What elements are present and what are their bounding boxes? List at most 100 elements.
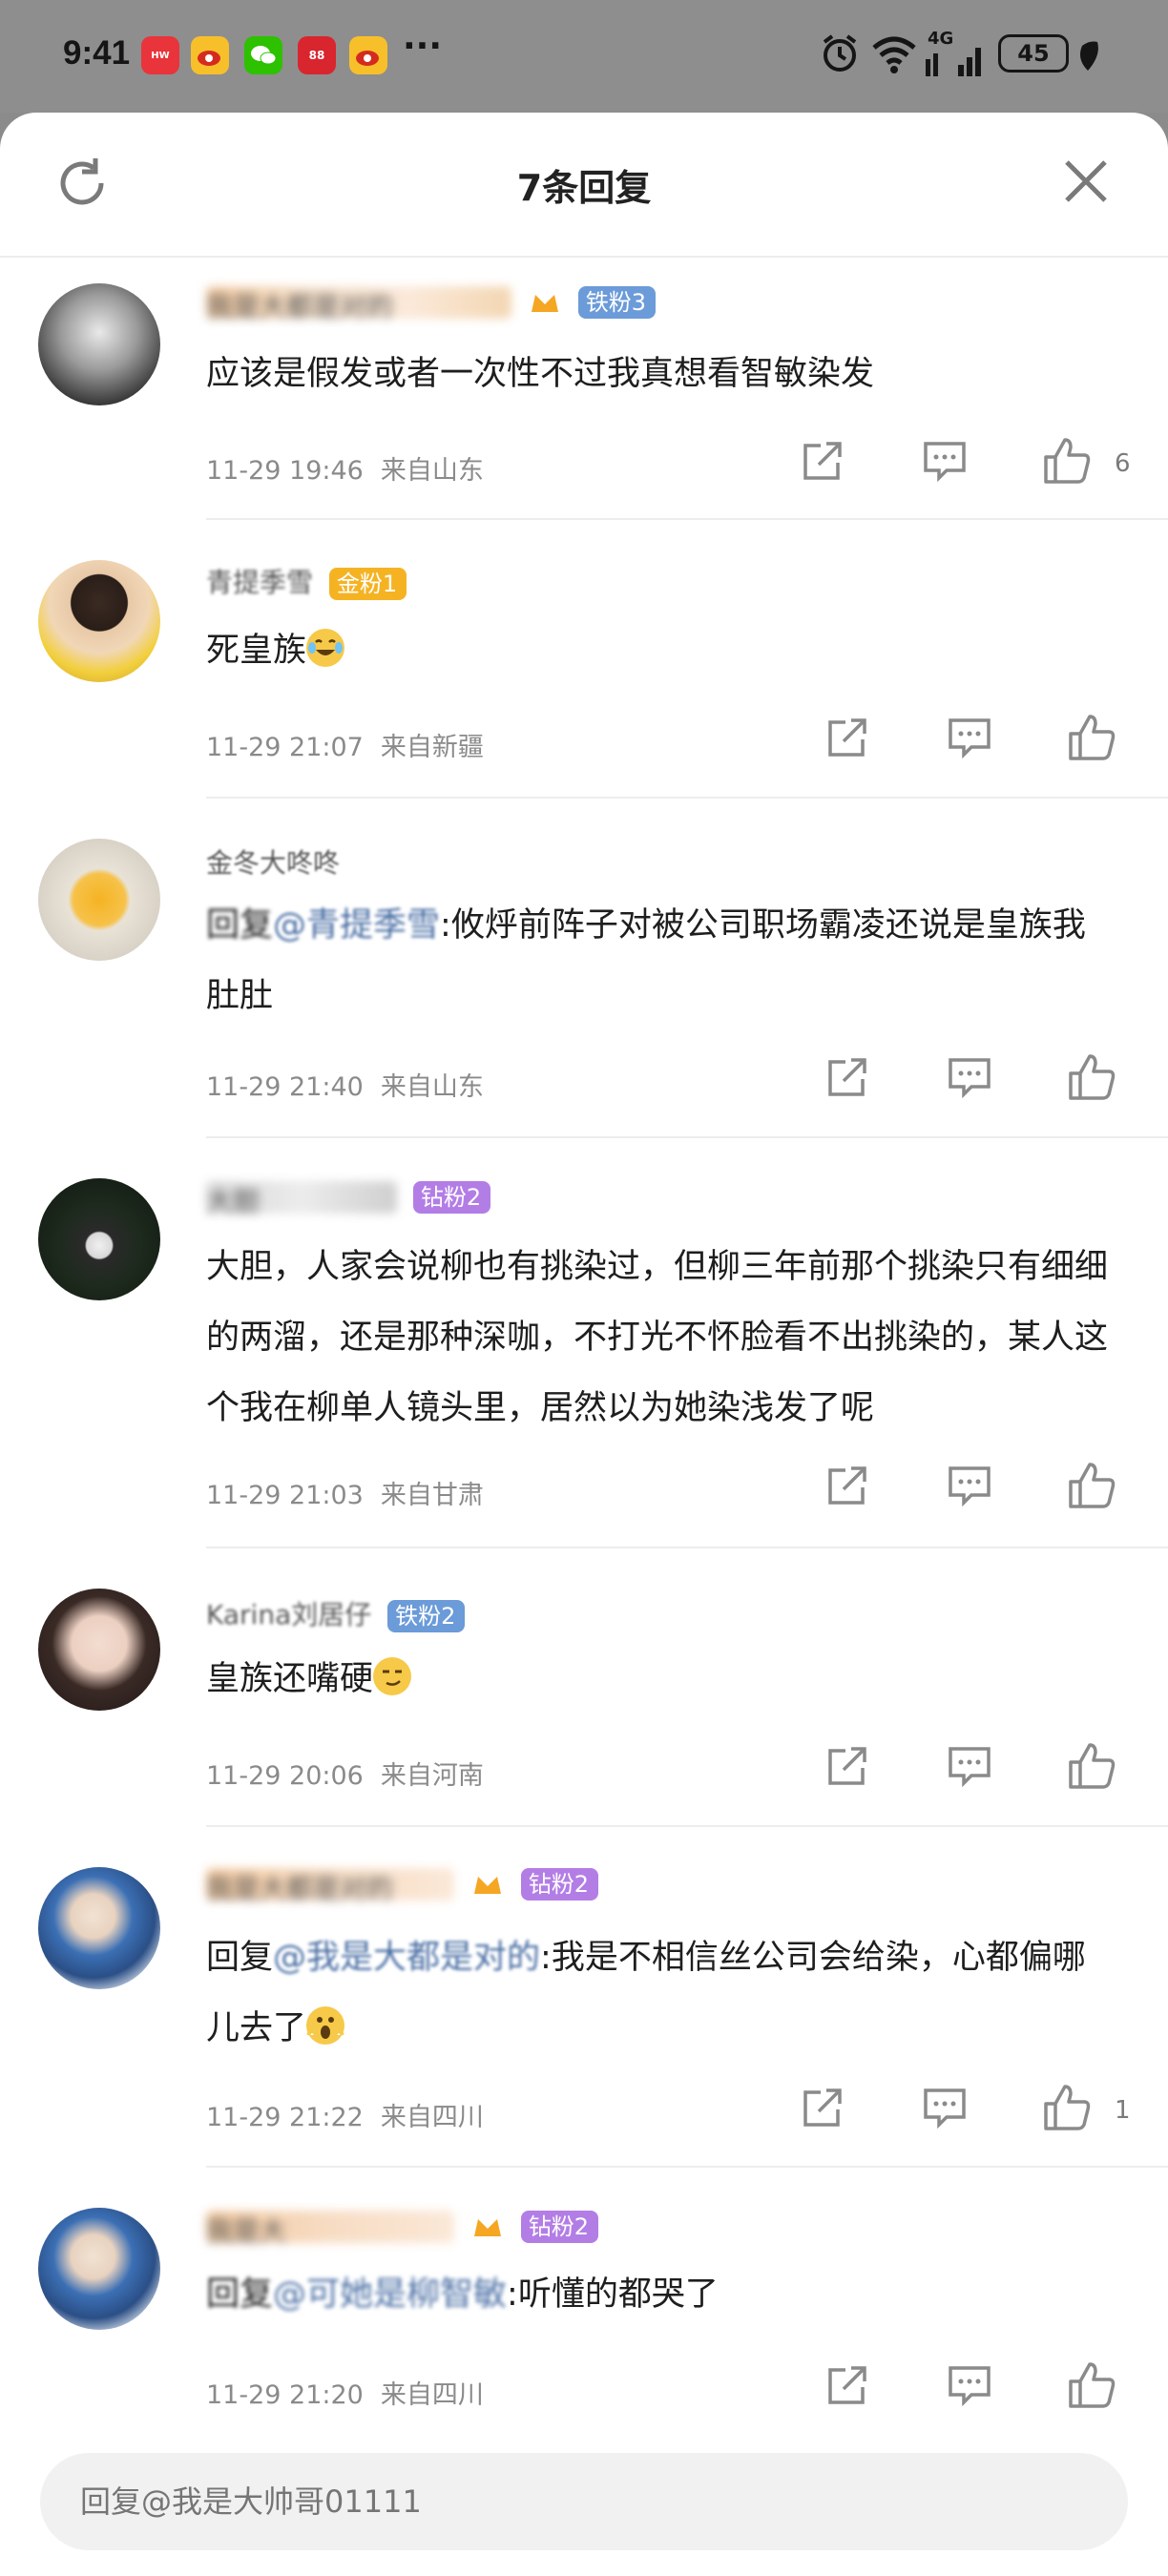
comment-icon[interactable]	[947, 1465, 992, 1506]
comment-location: 来自山东	[380, 456, 484, 486]
like-count: 6	[1115, 449, 1131, 478]
comment-date: 11-29 21:03	[206, 1481, 364, 1510]
like-icon[interactable]	[1042, 2083, 1092, 2132]
close-icon[interactable]	[1063, 158, 1109, 204]
comment-location: 来自山东	[380, 1072, 484, 1102]
share-icon[interactable]	[800, 438, 845, 484]
share-icon[interactable]	[800, 2085, 845, 2130]
comment-text-body: :听懂的都哭了	[507, 2275, 719, 2314]
comment-item: 金冬大咚咚 回复@青提季雪:攸烀前阵子对被公司职场霸凌还说是皇族我肚肚 11-2…	[0, 797, 1168, 1138]
comment-icon[interactable]	[922, 440, 968, 482]
comment-text: 大胆，人家会说柳也有挑染过，但柳三年前那个挑染只有细细的两溜，还是那种深咖，不打…	[206, 1248, 1109, 1427]
reply-prefix: 回复	[206, 1939, 274, 1977]
comment-username[interactable]: 我是大都是对的 铁粉3	[206, 285, 657, 322]
reply-prefix: 回复	[206, 2275, 274, 2314]
mention-link[interactable]: @青提季雪	[273, 906, 440, 945]
comment-date: 11-29 21:40	[206, 1072, 364, 1102]
reply-input[interactable]	[80, 2453, 1034, 2550]
comment-text-body: 死皇族	[206, 632, 307, 670]
status-time: 9:41	[63, 34, 131, 72]
share-icon[interactable]	[824, 715, 870, 760]
comment-date: 11-29 20:06	[206, 1761, 364, 1791]
avatar[interactable]	[38, 1178, 160, 1300]
like-icon[interactable]	[1067, 2360, 1116, 2410]
username-text: Karina刘居仔	[206, 1599, 372, 1631]
mention-link[interactable]: @可她是柳智敏	[273, 2275, 507, 2314]
comment-username[interactable]: 大胆 钻粉2	[206, 1180, 491, 1217]
comment-item: 我是大都是对的 铁粉3 应该是假发或者一次性不过我真想看智敏染发 11-29 1…	[0, 262, 1168, 520]
like-icon[interactable]	[1067, 713, 1116, 762]
comment-username[interactable]: 我是大都是对的 钻粉2	[206, 1867, 599, 1904]
avatar[interactable]	[38, 560, 160, 682]
comment-location: 来自河南	[380, 1761, 484, 1791]
comment-date: 11-29 21:22	[206, 2103, 364, 2132]
like-count: 1	[1115, 2096, 1131, 2125]
fan-badge: 钻粉2	[520, 2211, 599, 2243]
comment-icon[interactable]	[947, 2364, 992, 2406]
crown-icon	[473, 2219, 501, 2236]
comment-location: 来自四川	[380, 2103, 484, 2132]
comment-item: 大胆 钻粉2 大胆，人家会说柳也有挑染过，但柳三年前那个挑染只有细细的两溜，还是…	[0, 1138, 1168, 1548]
comment-username[interactable]: Karina刘居仔 铁粉2	[206, 1594, 466, 1632]
weibo-app-icon-2	[349, 36, 387, 74]
alarm-icon	[823, 34, 857, 72]
comment-meta: 11-29 20:06 来自河南	[206, 1755, 484, 1792]
avatar[interactable]	[38, 1589, 160, 1711]
signal-icon	[926, 48, 981, 76]
reply-input-bar[interactable]	[40, 2453, 1128, 2550]
fan-badge: 金粉1	[328, 568, 407, 600]
comment-meta: 11-29 21:20 来自四川	[206, 2374, 484, 2411]
avatar[interactable]	[38, 283, 160, 405]
share-icon[interactable]	[824, 2362, 870, 2408]
share-icon[interactable]	[824, 1054, 870, 1100]
comment-item: 我是大都是对的 钻粉2 回复@我是大都是对的:我是不相信丝公司会给染，心都偏哪儿…	[0, 1827, 1168, 2168]
comment-text: 应该是假发或者一次性不过我真想看智敏染发	[206, 355, 875, 393]
leaf-icon	[1080, 41, 1098, 71]
sheet-title: 7条回复	[516, 167, 652, 209]
wechat-app-icon	[244, 36, 282, 74]
share-icon[interactable]	[824, 1743, 870, 1789]
huawei-app-icon: HW	[141, 36, 179, 74]
mention-link[interactable]: @我是大都是对的	[273, 1939, 540, 1977]
username-text: 青提季雪	[206, 567, 314, 598]
comment-username[interactable]: 我是大 钻粉2	[206, 2210, 599, 2247]
wifi-icon	[872, 36, 916, 73]
comment-item: Karina刘居仔 铁粉2 皇族还嘴硬 11-29 20:06 来自河南	[0, 1548, 1168, 1827]
comment-meta: 11-29 19:46 来自山东	[206, 449, 484, 487]
comment-item: 我是大 钻粉2 回复@可她是柳智敏:听懂的都哭了 11-29 21:20 来自四川	[0, 2168, 1168, 2444]
comment-location: 来自甘肃	[380, 1481, 484, 1510]
comment-meta: 11-29 21:07 来自新疆	[206, 726, 484, 763]
avatar[interactable]	[38, 1867, 160, 1989]
share-icon[interactable]	[824, 1463, 870, 1508]
fan-badge: 钻粉2	[412, 1181, 491, 1214]
like-icon[interactable]	[1067, 1741, 1116, 1791]
comment-meta: 11-29 21:03 来自甘肃	[206, 1474, 484, 1511]
fan-badge: 钻粉2	[520, 1868, 599, 1901]
like-icon[interactable]	[1067, 1461, 1116, 1510]
comment-username[interactable]: 青提季雪 金粉1	[206, 562, 407, 600]
comment-meta: 11-29 21:40 来自山东	[206, 1066, 484, 1103]
comment-date: 11-29 21:20	[206, 2380, 364, 2410]
comment-date: 11-29 21:07	[206, 733, 364, 762]
username-text: 金冬大咚咚	[206, 847, 341, 879]
fan-badge: 铁粉2	[387, 1600, 466, 1632]
comment-location: 来自四川	[380, 2380, 484, 2410]
comment-text: 死皇族	[206, 615, 1111, 686]
comment-username[interactable]: 金冬大咚咚	[206, 842, 340, 881]
crown-icon	[531, 295, 558, 312]
comment-text-body: 皇族还嘴硬	[206, 1660, 374, 1698]
like-icon[interactable]	[1067, 1052, 1116, 1102]
avatar[interactable]	[38, 2208, 160, 2330]
avatar[interactable]	[38, 839, 160, 961]
scream-emoji	[306, 2006, 345, 2045]
username-blurred: 大胆	[206, 1181, 397, 1217]
like-icon[interactable]	[1042, 436, 1092, 486]
comment-icon[interactable]	[947, 1745, 992, 1787]
taobao-app-icon: 88	[298, 36, 336, 74]
comment-text: 回复@我是大都是对的:我是不相信丝公司会给染，心都偏哪儿去了	[206, 1922, 1111, 2064]
comment-icon[interactable]	[947, 1056, 992, 1098]
comment-date: 11-29 19:46	[206, 456, 364, 486]
comment-icon[interactable]	[922, 2087, 968, 2129]
comment-text: 皇族还嘴硬	[206, 1644, 1111, 1714]
comment-icon[interactable]	[947, 717, 992, 758]
